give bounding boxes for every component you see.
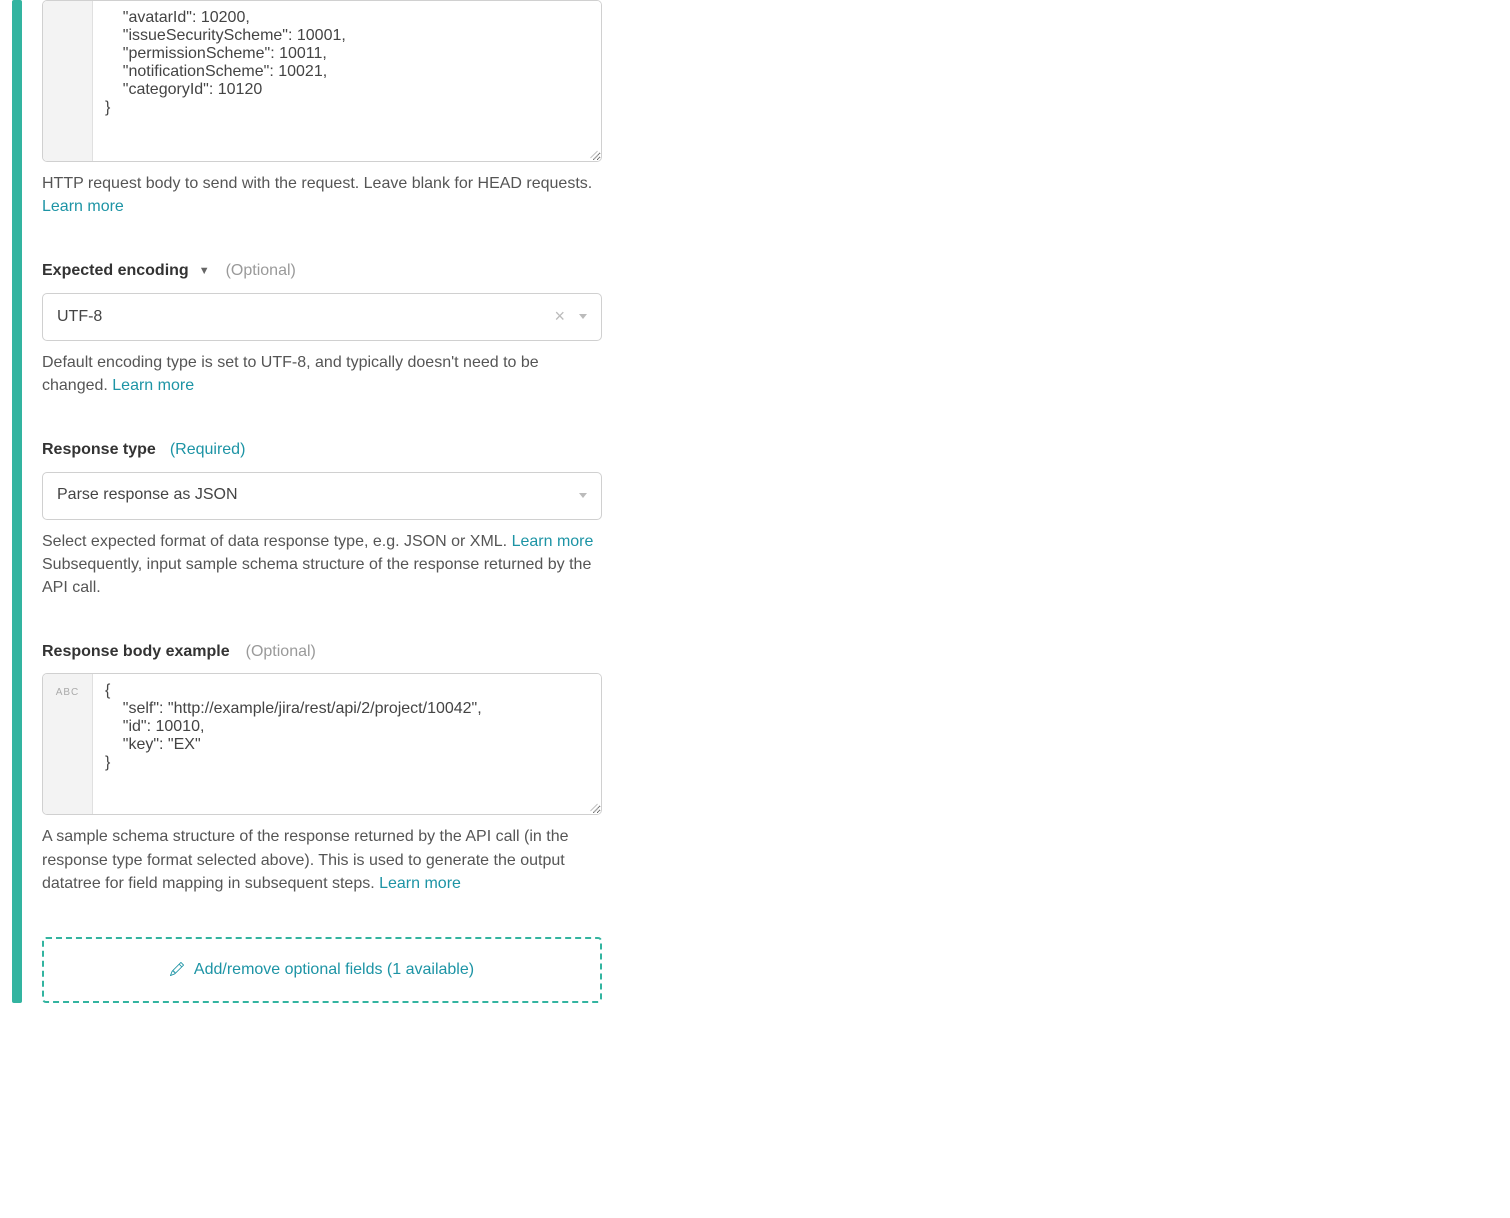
help-text-content: HTTP request body to send with the reque… [42,175,592,192]
chevron-down-icon[interactable] [579,314,587,319]
textarea-gutter: ABC [43,674,93,814]
accent-sidebar [12,0,22,1003]
expected-encoding-help: Default encoding type is set to UTF-8, a… [42,351,602,397]
help-text-line2: Subsequently, input sample schema struct… [42,553,602,599]
clear-icon[interactable]: × [554,304,565,329]
response-body-example-help: A sample schema structure of the respons… [42,825,602,895]
expected-encoding-field: Expected encoding ▼ (Optional) UTF-8 × D… [42,260,602,397]
expected-encoding-select[interactable]: UTF-8 × [42,293,602,341]
response-body-textarea[interactable] [93,674,601,814]
add-remove-label: Add/remove optional fields (1 available) [194,961,474,978]
learn-more-link[interactable]: Learn more [379,875,461,892]
chevron-down-icon[interactable] [579,493,587,498]
select-value: Parse response as JSON [57,484,579,506]
learn-more-link[interactable]: Learn more [42,198,124,215]
request-body-textarea-wrap [42,0,602,162]
field-label-row: Response body example (Optional) [42,641,602,663]
response-type-field: Response type (Required) Parse response … [42,439,602,599]
optional-tag: (Optional) [226,260,296,282]
help-text-content: Select expected format of data response … [42,533,512,550]
response-body-example-field: Response body example (Optional) ABC A s… [42,641,602,895]
select-value: UTF-8 [57,306,554,328]
form-main: HTTP request body to send with the reque… [22,0,602,1003]
form-container: HTTP request body to send with the reque… [0,0,1510,1003]
response-body-example-label: Response body example [42,641,230,663]
textarea-gutter [43,1,93,161]
response-body-textarea-wrap: ABC [42,673,602,815]
field-label-row: Response type (Required) [42,439,602,461]
response-type-help: Select expected format of data response … [42,530,602,600]
expected-encoding-label: Expected encoding [42,260,189,282]
field-label-row: Expected encoding ▼ (Optional) [42,260,602,282]
pencil-icon [170,959,184,981]
request-body-textarea[interactable] [93,1,601,161]
chevron-down-icon[interactable]: ▼ [199,264,210,279]
optional-tag: (Optional) [246,641,316,663]
learn-more-link[interactable]: Learn more [512,533,594,550]
add-remove-optional-fields-button[interactable]: Add/remove optional fields (1 available) [42,937,602,1003]
help-text-content: A sample schema structure of the respons… [42,828,569,891]
request-body-help: HTTP request body to send with the reque… [42,172,602,218]
learn-more-link[interactable]: Learn more [112,377,194,394]
required-tag: (Required) [170,439,246,461]
response-type-label: Response type [42,439,156,461]
response-type-select[interactable]: Parse response as JSON [42,472,602,520]
request-body-field: HTTP request body to send with the reque… [42,0,602,218]
